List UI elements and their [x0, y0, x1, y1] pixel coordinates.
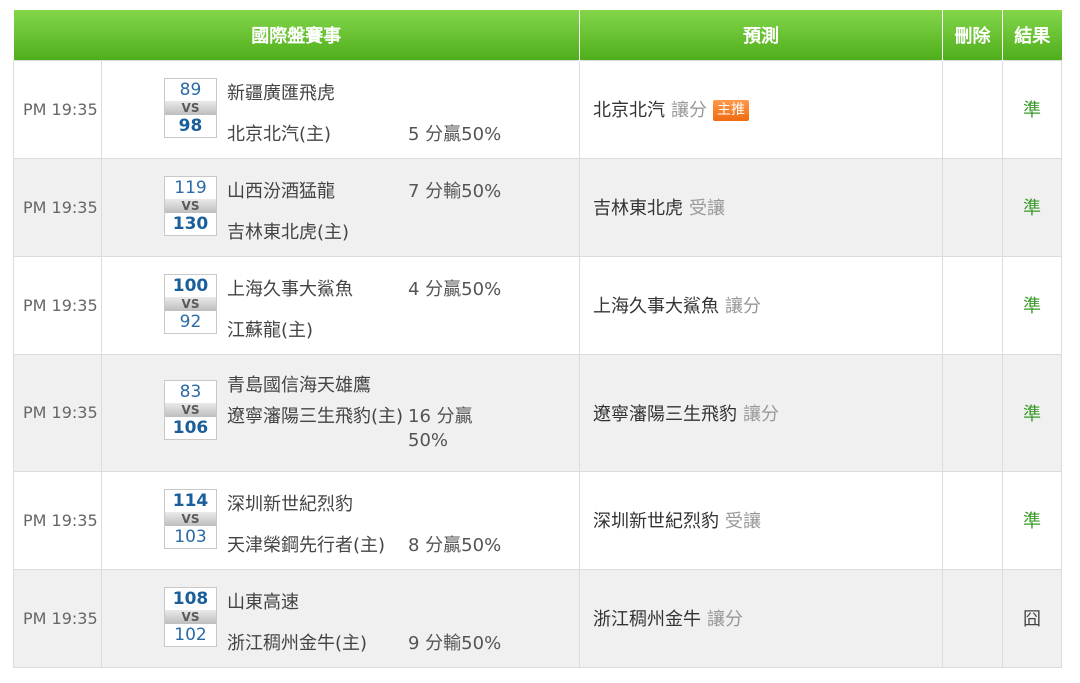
result-cell: 準: [1002, 353, 1062, 472]
handicap: 4 分贏50%: [408, 279, 502, 300]
home-score: 98: [178, 116, 203, 136]
pick-type: 讓分: [671, 100, 707, 121]
pick-team: 吉林東北虎: [593, 198, 683, 219]
away-team: 上海久事大鯊魚: [227, 279, 353, 300]
prediction-cell: 浙江稠州金牛 讓分: [579, 568, 943, 668]
handicap: 7 分輸50%: [408, 181, 502, 202]
pick-type: 讓分: [707, 609, 743, 630]
handicap: 16 分贏50%: [408, 406, 473, 451]
pick-type: 受讓: [689, 198, 725, 219]
away-team: 深圳新世紀烈豹: [227, 494, 353, 515]
handicap: 8 分贏50%: [408, 535, 502, 556]
table-row: PM 19:35 108 VS 102 山東高速 浙江稠州金牛(主) 9 分輸5…: [13, 568, 1062, 668]
away-team: 新疆廣匯飛虎: [227, 83, 335, 104]
away-team: 山東高速: [227, 592, 299, 613]
result-cell: 準: [1002, 255, 1062, 355]
result-cell: 準: [1002, 157, 1062, 257]
match-cell: 89 VS 98 新疆廣匯飛虎 北京北汽(主) 5 分贏50%: [101, 59, 580, 159]
score-box: 114 VS 103: [164, 489, 217, 549]
delete-cell[interactable]: [942, 59, 1003, 159]
main-pick-badge: 主推: [713, 100, 749, 121]
prediction-cell: 上海久事大鯊魚 讓分: [579, 255, 943, 355]
home-score: 106: [172, 418, 209, 438]
delete-cell[interactable]: [942, 255, 1003, 355]
match-cell: 114 VS 103 深圳新世紀烈豹 天津榮鋼先行者(主) 8 分贏50%: [101, 470, 580, 570]
vs-label: VS: [165, 403, 216, 417]
delete-cell[interactable]: [942, 470, 1003, 570]
away-score: 108: [172, 589, 209, 609]
table-row: PM 19:35 119 VS 130 山西汾酒猛龍 吉林東北虎(主) 7 分輸…: [13, 157, 1062, 257]
away-score: 83: [179, 382, 202, 402]
pick-type: 讓分: [743, 403, 779, 425]
home-team: 浙江稠州金牛(主): [227, 633, 368, 654]
pick-type: 讓分: [725, 296, 761, 317]
home-score: 102: [174, 625, 207, 645]
score-box: 100 VS 92: [164, 274, 217, 334]
match-time: PM 19:35: [13, 353, 102, 472]
table-row: PM 19:35 89 VS 98 新疆廣匯飛虎 北京北汽(主) 5 分贏50%…: [13, 59, 1062, 159]
away-score: 89: [179, 80, 202, 100]
away-score: 100: [172, 276, 209, 296]
table-row: PM 19:35 114 VS 103 深圳新世紀烈豹 天津榮鋼先行者(主) 8…: [13, 470, 1062, 570]
prediction-table: 國際盤賽事 預測 刪除 結果 PM 19:35 89 VS 98 新疆廣匯飛虎 …: [13, 10, 1062, 668]
table-row: PM 19:35 83 VS 106 青島國信海天雄鷹 遼寧瀋陽三生飛豹(主) …: [13, 353, 1062, 472]
header-result: 結果: [1002, 10, 1062, 60]
pick-type: 受讓: [725, 511, 761, 532]
table-row: PM 19:35 100 VS 92 上海久事大鯊魚 江蘇龍(主) 4 分贏50…: [13, 255, 1062, 355]
away-score: 114: [172, 491, 209, 511]
home-score: 103: [174, 527, 207, 547]
home-team: 天津榮鋼先行者(主): [227, 535, 386, 556]
prediction-cell: 遼寧瀋陽三生飛豹 讓分: [579, 353, 943, 472]
header-prediction: 預測: [579, 10, 943, 60]
match-cell: 100 VS 92 上海久事大鯊魚 江蘇龍(主) 4 分贏50%: [101, 255, 580, 355]
vs-label: VS: [165, 101, 216, 115]
away-team: 山西汾酒猛龍: [227, 181, 335, 202]
handicap: 5 分贏50%: [408, 124, 502, 145]
pick-team: 浙江稠州金牛: [593, 609, 701, 630]
vs-label: VS: [165, 199, 216, 213]
pick-team: 北京北汽: [593, 100, 665, 121]
score-box: 89 VS 98: [164, 78, 217, 138]
home-score: 130: [172, 214, 209, 234]
delete-cell[interactable]: [942, 568, 1003, 668]
prediction-cell: 北京北汽 讓分 主推: [579, 59, 943, 159]
home-team: 北京北汽(主): [227, 124, 332, 145]
match-cell: 119 VS 130 山西汾酒猛龍 吉林東北虎(主) 7 分輸50%: [101, 157, 580, 257]
vs-label: VS: [165, 512, 216, 526]
pick-team: 遼寧瀋陽三生飛豹: [593, 403, 737, 425]
prediction-table-container: 國際盤賽事 預測 刪除 結果 PM 19:35 89 VS 98 新疆廣匯飛虎 …: [13, 10, 1062, 668]
away-team: 青島國信海天雄鷹: [227, 375, 371, 396]
score-box: 119 VS 130: [164, 176, 217, 236]
result-cell: 準: [1002, 59, 1062, 159]
match-cell: 108 VS 102 山東高速 浙江稠州金牛(主) 9 分輸50%: [101, 568, 580, 668]
match-time: PM 19:35: [13, 59, 102, 159]
score-box: 108 VS 102: [164, 587, 217, 647]
home-score: 92: [179, 312, 202, 332]
home-team: 遼寧瀋陽三生飛豹(主): [227, 406, 404, 427]
match-time: PM 19:35: [13, 568, 102, 668]
home-team: 江蘇龍(主): [227, 320, 314, 341]
delete-cell[interactable]: [942, 353, 1003, 472]
away-score: 119: [174, 178, 207, 198]
header-delete: 刪除: [942, 10, 1003, 60]
pick-team: 深圳新世紀烈豹: [593, 511, 719, 532]
table-header-row: 國際盤賽事 預測 刪除 結果: [13, 10, 1062, 60]
prediction-cell: 深圳新世紀烈豹 受讓: [579, 470, 943, 570]
score-box: 83 VS 106: [164, 380, 217, 440]
match-time: PM 19:35: [13, 157, 102, 257]
header-match: 國際盤賽事: [13, 10, 580, 60]
delete-cell[interactable]: [942, 157, 1003, 257]
prediction-cell: 吉林東北虎 受讓: [579, 157, 943, 257]
home-team: 吉林東北虎(主): [227, 222, 350, 243]
pick-team: 上海久事大鯊魚: [593, 296, 719, 317]
match-time: PM 19:35: [13, 470, 102, 570]
vs-label: VS: [165, 297, 216, 311]
result-cell: 囧: [1002, 568, 1062, 668]
match-cell: 83 VS 106 青島國信海天雄鷹 遼寧瀋陽三生飛豹(主) 16 分贏50%: [101, 353, 580, 472]
match-time: PM 19:35: [13, 255, 102, 355]
handicap: 9 分輸50%: [408, 633, 502, 654]
result-cell: 準: [1002, 470, 1062, 570]
vs-label: VS: [165, 610, 216, 624]
